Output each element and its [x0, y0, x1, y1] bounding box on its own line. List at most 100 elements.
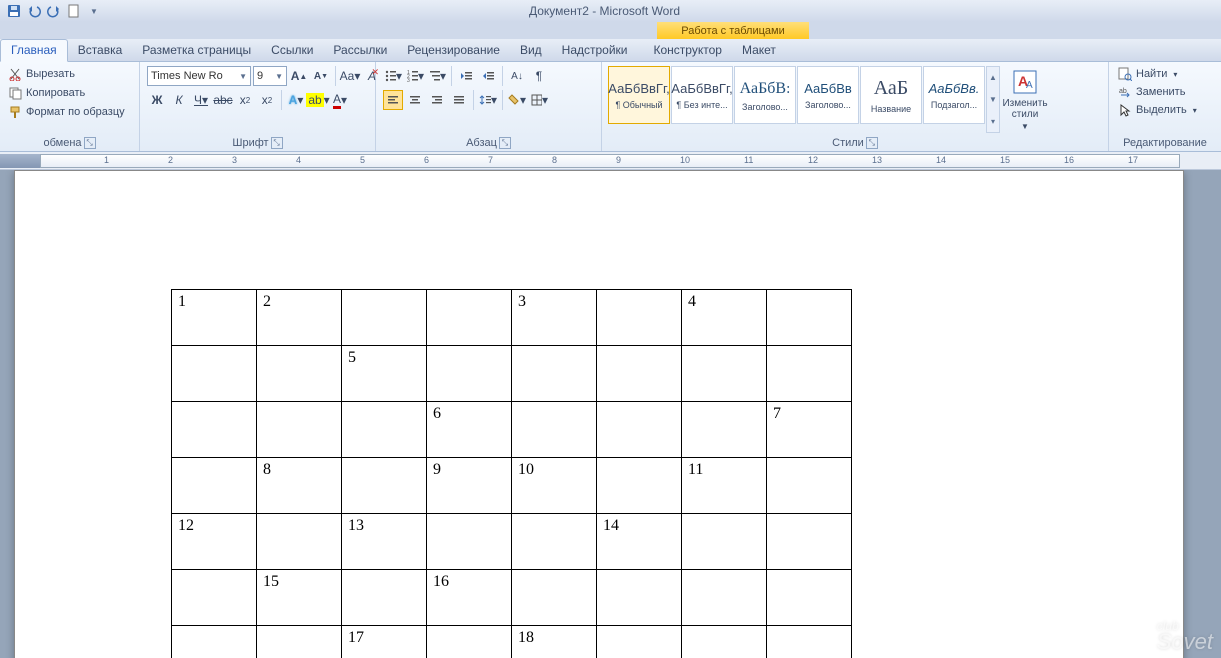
table-cell[interactable] [512, 514, 597, 570]
table-cell[interactable] [767, 570, 852, 626]
table-cell[interactable] [172, 346, 257, 402]
text-effects-button[interactable]: A▾ [286, 90, 306, 110]
numbering-button[interactable]: 123▾ [405, 66, 425, 86]
horizontal-ruler[interactable]: 1234567891011121314151617 [0, 152, 1221, 170]
table-cell[interactable] [767, 458, 852, 514]
copy-button[interactable]: Копировать [6, 85, 127, 101]
table-cell[interactable] [427, 346, 512, 402]
table-cell[interactable] [597, 290, 682, 346]
new-doc-icon[interactable] [66, 3, 82, 19]
table-cell[interactable]: 2 [257, 290, 342, 346]
font-launcher[interactable]: ⤡ [271, 137, 283, 149]
tab-insert[interactable]: Вставка [68, 40, 133, 61]
change-case-button[interactable]: Aa▾ [340, 66, 360, 86]
table-cell[interactable] [682, 346, 767, 402]
table-cell[interactable]: 10 [512, 458, 597, 514]
style-subtitle[interactable]: АаБбВв.Подзагол... [923, 66, 985, 124]
shading-button[interactable]: ▾ [507, 90, 527, 110]
gallery-down-icon[interactable]: ▼ [987, 89, 999, 111]
align-right-button[interactable] [427, 90, 447, 110]
table-cell[interactable]: 18 [512, 626, 597, 658]
table-cell[interactable]: 11 [682, 458, 767, 514]
cut-button[interactable]: Вырезать [6, 66, 127, 82]
tab-references[interactable]: Ссылки [261, 40, 323, 61]
table-cell[interactable] [597, 346, 682, 402]
superscript-button[interactable]: x2 [257, 90, 277, 110]
table-cell[interactable] [682, 570, 767, 626]
multilevel-button[interactable]: ▾ [427, 66, 447, 86]
table-cell[interactable]: 17 [342, 626, 427, 658]
bold-button[interactable]: Ж [147, 90, 167, 110]
table-cell[interactable] [597, 570, 682, 626]
bullets-button[interactable]: ▾ [383, 66, 403, 86]
font-color-button[interactable]: A▾ [330, 90, 350, 110]
tab-view[interactable]: Вид [510, 40, 552, 61]
table-cell[interactable]: 9 [427, 458, 512, 514]
tab-page-layout[interactable]: Разметка страницы [132, 40, 261, 61]
table-cell[interactable] [597, 458, 682, 514]
table-cell[interactable] [172, 458, 257, 514]
change-styles-button[interactable]: AA Изменить стили ▼ [1002, 64, 1048, 135]
decrease-indent-button[interactable] [456, 66, 476, 86]
style-heading2[interactable]: АаБбВвЗаголово... [797, 66, 859, 124]
table-cell[interactable] [257, 626, 342, 658]
table-cell[interactable] [342, 402, 427, 458]
format-painter-button[interactable]: Формат по образцу [6, 104, 127, 120]
tab-table-layout[interactable]: Макет [732, 40, 786, 61]
replace-button[interactable]: ab Заменить [1116, 84, 1199, 100]
styles-launcher[interactable]: ⤡ [866, 137, 878, 149]
table-cell[interactable] [682, 626, 767, 658]
table-cell[interactable] [342, 290, 427, 346]
undo-icon[interactable] [26, 3, 42, 19]
table-cell[interactable] [427, 514, 512, 570]
tab-home[interactable]: Главная [0, 39, 68, 62]
table-cell[interactable]: 4 [682, 290, 767, 346]
increase-indent-button[interactable] [478, 66, 498, 86]
table-cell[interactable] [597, 402, 682, 458]
table-cell[interactable] [257, 346, 342, 402]
subscript-button[interactable]: x2 [235, 90, 255, 110]
table-cell[interactable] [767, 626, 852, 658]
table-cell[interactable] [257, 402, 342, 458]
find-button[interactable]: Найти▾ [1116, 66, 1199, 82]
table-cell[interactable] [342, 570, 427, 626]
align-center-button[interactable] [405, 90, 425, 110]
gallery-more-icon[interactable]: ▾ [987, 110, 999, 132]
table-cell[interactable]: 13 [342, 514, 427, 570]
table-cell[interactable]: 14 [597, 514, 682, 570]
table-cell[interactable] [767, 290, 852, 346]
font-size-combo[interactable]: 9▼ [253, 66, 287, 86]
gallery-up-icon[interactable]: ▲ [987, 67, 999, 89]
style-heading1[interactable]: АаБбВ:Заголово... [734, 66, 796, 124]
justify-button[interactable] [449, 90, 469, 110]
page[interactable]: 123456789101112131415161718 [14, 170, 1184, 658]
table-cell[interactable] [257, 514, 342, 570]
table-cell[interactable] [767, 514, 852, 570]
qat-dropdown-icon[interactable]: ▼ [86, 3, 102, 19]
table-cell[interactable]: 3 [512, 290, 597, 346]
table-cell[interactable]: 1 [172, 290, 257, 346]
table-cell[interactable] [427, 290, 512, 346]
shrink-font-button[interactable]: A▼ [311, 66, 331, 86]
strikethrough-button[interactable]: abc [213, 90, 233, 110]
borders-button[interactable]: ▾ [529, 90, 549, 110]
line-spacing-button[interactable]: ▾ [478, 90, 498, 110]
font-name-combo[interactable]: Times New Ro▼ [147, 66, 251, 86]
table-cell[interactable] [172, 570, 257, 626]
style-title[interactable]: АаБНазвание [860, 66, 922, 124]
underline-button[interactable]: Ч▾ [191, 90, 211, 110]
table-cell[interactable] [512, 570, 597, 626]
table-cell[interactable]: 16 [427, 570, 512, 626]
align-left-button[interactable] [383, 90, 403, 110]
table-cell[interactable]: 6 [427, 402, 512, 458]
grow-font-button[interactable]: A▲ [289, 66, 309, 86]
italic-button[interactable]: К [169, 90, 189, 110]
show-marks-button[interactable]: ¶ [529, 66, 549, 86]
table-cell[interactable] [342, 458, 427, 514]
table-cell[interactable] [682, 402, 767, 458]
table-cell[interactable] [682, 514, 767, 570]
table-cell[interactable]: 15 [257, 570, 342, 626]
paragraph-launcher[interactable]: ⤡ [499, 137, 511, 149]
table-cell[interactable] [597, 626, 682, 658]
table-cell[interactable] [512, 346, 597, 402]
